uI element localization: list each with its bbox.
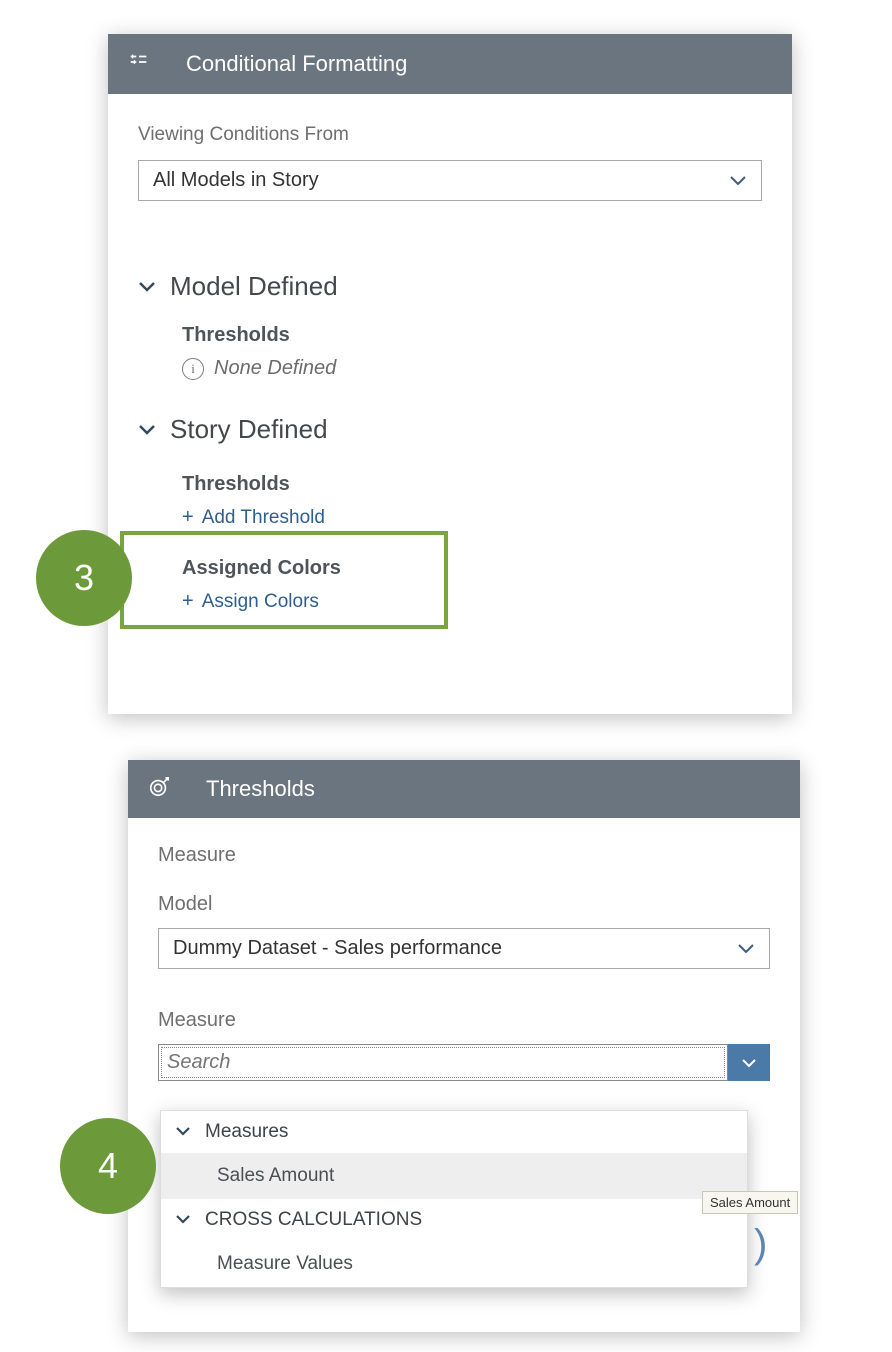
- measure-search-row: [158, 1044, 770, 1081]
- dropdown-group-label: Measures: [205, 1121, 288, 1143]
- plus-icon: +: [182, 506, 194, 529]
- viewing-conditions-label: Viewing Conditions From: [138, 124, 762, 146]
- dropdown-item-sales-amount[interactable]: Sales Amount: [161, 1153, 747, 1199]
- step-4-number: 4: [98, 1145, 118, 1187]
- chevron-down-icon: [729, 175, 747, 187]
- tooltip-sales-amount: Sales Amount: [702, 1191, 798, 1214]
- tooltip-text: Sales Amount: [710, 1195, 790, 1210]
- chevron-down-icon: [741, 1057, 757, 1069]
- dropdown-item-label: Measure Values: [217, 1253, 353, 1274]
- dropdown-item-measure-values[interactable]: Measure Values: [161, 1241, 747, 1287]
- chevron-down-icon: [138, 280, 156, 294]
- none-defined-text: None Defined: [214, 357, 336, 380]
- panel-body: Measure Model Dummy Dataset - Sales perf…: [128, 818, 800, 1107]
- model-select[interactable]: Dummy Dataset - Sales performance: [158, 928, 770, 969]
- add-threshold-button[interactable]: + Add Threshold: [182, 506, 762, 529]
- model-defined-section[interactable]: Model Defined: [138, 271, 762, 302]
- chevron-down-icon: [138, 423, 156, 437]
- model-thresholds-label: Thresholds: [182, 324, 762, 347]
- panel-header: Thresholds: [128, 760, 800, 818]
- chevron-down-icon: [175, 1126, 191, 1138]
- measure-heading: Measure: [158, 844, 770, 867]
- step-3-highlight: [120, 531, 448, 629]
- measure-dropdown-button[interactable]: [728, 1044, 770, 1081]
- model-label: Model: [158, 893, 770, 916]
- panel-title: Thresholds: [206, 776, 315, 802]
- story-defined-label: Story Defined: [170, 414, 328, 445]
- info-icon: i: [182, 358, 204, 380]
- dropdown-item-label: Sales Amount: [217, 1165, 334, 1186]
- measure-label: Measure: [158, 1009, 770, 1032]
- panel-title: Conditional Formatting: [186, 51, 407, 77]
- chevron-down-icon: [175, 1214, 191, 1226]
- panel-header: Conditional Formatting: [108, 34, 792, 94]
- dropdown-group-label: CROSS CALCULATIONS: [205, 1209, 422, 1231]
- target-icon: [148, 776, 170, 803]
- story-thresholds-label: Thresholds: [182, 473, 762, 496]
- step-3-badge: 3: [36, 530, 132, 626]
- measure-search-input[interactable]: [158, 1044, 728, 1081]
- model-value: Dummy Dataset - Sales performance: [173, 937, 502, 960]
- add-threshold-label: Add Threshold: [202, 507, 325, 529]
- step-3-number: 3: [74, 557, 94, 599]
- dropdown-group-measures[interactable]: Measures: [161, 1111, 747, 1153]
- dropdown-group-cross-calculations[interactable]: CROSS CALCULATIONS: [161, 1199, 747, 1241]
- bracket-decoration: ): [754, 1222, 767, 1267]
- none-defined-row: i None Defined: [182, 357, 762, 380]
- measure-dropdown: Measures Sales Amount CROSS CALCULATIONS…: [160, 1110, 748, 1288]
- story-defined-section[interactable]: Story Defined: [138, 414, 762, 445]
- chevron-down-icon: [737, 943, 755, 955]
- conditional-formatting-icon: [128, 51, 150, 78]
- viewing-conditions-select[interactable]: All Models in Story: [138, 160, 762, 201]
- viewing-conditions-value: All Models in Story: [153, 169, 319, 192]
- step-4-badge: 4: [60, 1118, 156, 1214]
- model-defined-label: Model Defined: [170, 271, 338, 302]
